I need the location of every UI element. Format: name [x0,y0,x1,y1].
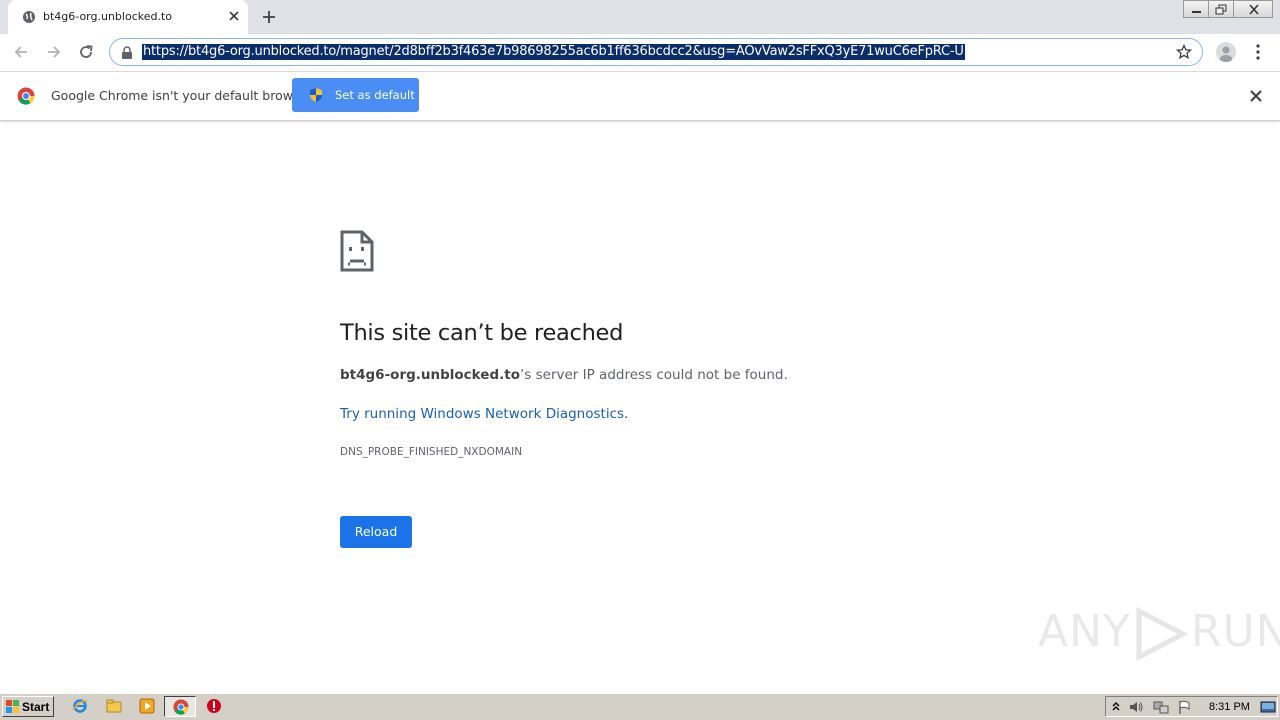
play-logo-icon [1136,607,1189,661]
globe-icon [23,11,35,23]
minimize-icon [1192,11,1201,13]
watermark-left: ANY [1038,606,1131,657]
tab-title: bt4g6-org.unblocked.to [43,10,173,23]
person-icon [1220,46,1232,62]
reload-button[interactable]: Reload [340,516,412,548]
internet-explorer-icon[interactable] [72,698,88,714]
close-icon[interactable] [1249,89,1263,103]
star-icon[interactable] [1176,44,1192,60]
error-message: bt4g6-org.unblocked.to’s server IP addre… [340,367,788,383]
uac-shield-icon [310,88,322,102]
infobar-message: Google Chrome isn't your default browser [51,88,313,103]
window-close-button[interactable] [1233,0,1273,18]
start-label: Start [22,700,50,714]
sad-page-icon [340,230,374,272]
address-bar[interactable]: https://bt4g6-org.unblocked.to/magnet/2d… [109,38,1203,66]
tab-active[interactable]: bt4g6-org.unblocked.to [8,0,248,34]
set-as-default-button[interactable]: Set as default [292,78,419,112]
window-close-icon [1249,4,1259,15]
reload-icon[interactable] [77,43,95,61]
minimize-button[interactable] [1183,0,1209,18]
restore-button[interactable] [1208,0,1234,18]
chrome-icon [173,699,189,715]
folder-icon[interactable] [106,698,122,714]
taskbar-chrome-button[interactable] [164,696,196,717]
back-icon[interactable] [12,43,30,61]
error-title: This site can’t be reached [340,320,624,346]
error-message-text: ’s server IP address could not be found. [519,367,788,383]
watermark-right: RUN [1190,606,1280,657]
system-tray [1105,696,1278,717]
kebab-menu-icon[interactable] [1250,43,1266,61]
stop-sign-icon[interactable] [206,698,222,714]
clock: 8:31 PM [1209,701,1250,713]
volume-icon[interactable] [1128,699,1144,715]
profile-avatar[interactable] [1216,42,1236,62]
action-center-flag-icon[interactable] [1177,699,1193,715]
windows-logo-icon [6,700,19,713]
forward-icon[interactable] [45,43,63,61]
tab-strip: bt4g6-org.unblocked.to [0,0,1280,34]
default-browser-infobar: Google Chrome isn't your default browser… [0,72,1280,121]
error-host: bt4g6-org.unblocked.to [340,367,520,383]
restore-icon [1215,4,1227,15]
set-as-default-label: Set as default [335,88,415,102]
show-desktop-icon[interactable] [1260,699,1276,715]
new-tab-icon[interactable] [260,8,278,26]
network-icon[interactable] [1153,699,1169,715]
anyrun-watermark: ANY RUN [1038,606,1280,661]
browser-toolbar: https://bt4g6-org.unblocked.to/magnet/2d… [0,34,1280,72]
media-player-icon[interactable] [139,698,155,714]
chrome-logo-icon [17,87,35,105]
chevron-up-icon[interactable] [1111,700,1121,714]
url-text[interactable]: https://bt4g6-org.unblocked.to/magnet/2d… [142,44,965,60]
error-code: DNS_PROBE_FINISHED_NXDOMAIN [340,446,523,458]
taskbar: Start 8:31 PM [0,693,1280,720]
start-button[interactable]: Start [2,696,54,717]
close-icon[interactable] [226,8,242,24]
lock-icon[interactable] [121,46,133,59]
network-diagnostics-link[interactable]: Try running Windows Network Diagnostics. [340,406,628,422]
